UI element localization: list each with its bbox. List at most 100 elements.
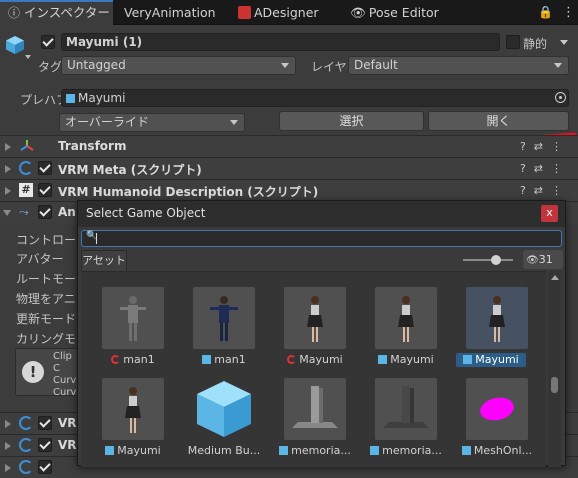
animator-enabled-checkbox[interactable] bbox=[38, 205, 52, 219]
vrm-enabled-checkbox-a[interactable] bbox=[38, 416, 52, 430]
layer-value: Default bbox=[354, 58, 398, 72]
asset-grid-scrollbar[interactable] bbox=[548, 271, 561, 467]
transform-component-header[interactable]: Transform ?⇄⋮ bbox=[0, 135, 578, 157]
asset-item-name: memoria... bbox=[271, 444, 359, 457]
tag-dropdown[interactable]: Untagged bbox=[61, 56, 296, 75]
thumbnail-size-slider[interactable] bbox=[463, 255, 513, 265]
prefab-icon bbox=[279, 446, 289, 455]
prefab-icon bbox=[66, 94, 75, 103]
more-options-icon[interactable]: ⋮ bbox=[562, 0, 575, 25]
foldout-arrow-icon[interactable] bbox=[5, 187, 11, 195]
prefab-icon bbox=[202, 355, 212, 364]
foldout-arrow-icon[interactable] bbox=[5, 442, 11, 450]
tab-inspector-label: インスペクター bbox=[24, 5, 110, 20]
component-header-icons[interactable]: ?⇄⋮ bbox=[520, 184, 570, 197]
foldout-open-arrow-icon[interactable] bbox=[3, 210, 11, 216]
visible-count: 31 bbox=[538, 253, 553, 266]
info-warning-icon: ! bbox=[22, 361, 44, 383]
monument-thumbnail bbox=[284, 378, 346, 440]
active-checkbox[interactable] bbox=[41, 35, 55, 49]
character-thumbnail bbox=[466, 287, 528, 349]
prefab-open-button[interactable]: 開く bbox=[428, 111, 569, 131]
transform-icon bbox=[20, 139, 34, 156]
window-tab-bar: ⓘ インスペクター VeryAnimation ADesigner 👁 Pose … bbox=[0, 0, 578, 25]
vrm-humanoid-enabled-checkbox[interactable] bbox=[38, 183, 52, 197]
asset-item-name: Medium Bu... bbox=[180, 444, 268, 457]
asset-item-name: man1 bbox=[89, 353, 177, 366]
prefab-icon bbox=[370, 446, 380, 455]
vrm-title-b: VR bbox=[58, 438, 77, 452]
vrm-meta-enabled-checkbox[interactable] bbox=[38, 161, 52, 175]
asset-item-name: Mayumi bbox=[362, 353, 450, 366]
component-header-icons[interactable]: ?⇄⋮ bbox=[520, 162, 570, 175]
character-thumbnail bbox=[102, 378, 164, 440]
vrm-enabled-checkbox-b[interactable] bbox=[38, 438, 52, 452]
static-dropdown-arrow[interactable] bbox=[560, 40, 568, 45]
asset-item-name: memoria... bbox=[362, 444, 450, 457]
layer-dropdown[interactable]: Default bbox=[348, 56, 569, 75]
asset-item-label: man1 bbox=[123, 353, 155, 366]
slider-handle[interactable] bbox=[491, 255, 501, 265]
static-checkbox[interactable] bbox=[506, 35, 520, 49]
asset-grid: man1 man1 Mayumi Mayumi Mayumi Mayumi Me… bbox=[81, 271, 546, 467]
prefab-icon bbox=[461, 446, 471, 455]
asset-item-label: Medium Bu... bbox=[187, 444, 261, 457]
vrm-humanoid-title: VRM Humanoid Description (スクリプト) bbox=[58, 185, 319, 199]
tab-assets[interactable]: アセット bbox=[81, 250, 127, 271]
foldout-arrow-icon[interactable] bbox=[5, 165, 11, 173]
prefab-icon bbox=[105, 446, 115, 455]
close-icon[interactable]: x bbox=[541, 205, 558, 222]
eye-icon: 👁 bbox=[350, 5, 366, 20]
asset-item-label: man1 bbox=[214, 353, 246, 366]
picker-search-input[interactable]: 🔍 bbox=[81, 230, 562, 247]
prefab-select-button[interactable]: 選択 bbox=[279, 111, 424, 131]
prefab-icon bbox=[463, 355, 473, 364]
foldout-arrow-icon[interactable] bbox=[5, 464, 11, 472]
tab-pose-editor[interactable]: 👁 Pose Editor bbox=[350, 0, 439, 25]
tab-adesigner[interactable]: ADesigner bbox=[238, 0, 319, 25]
scroll-up-arrow-icon[interactable] bbox=[551, 275, 559, 280]
character-thumbnail bbox=[284, 287, 346, 349]
select-gameobject-window: Select Game Object x 🔍 アセット 👁31 man1 man… bbox=[77, 200, 566, 467]
asset-item-name: Mayumi bbox=[89, 444, 177, 457]
prefab-icon bbox=[378, 355, 388, 364]
character-thumbnail bbox=[193, 287, 255, 349]
animator-title: An bbox=[58, 205, 76, 219]
tab-very-animation[interactable]: VeryAnimation bbox=[124, 0, 216, 25]
update-mode-label: 更新モード bbox=[16, 312, 77, 326]
asset-item-name: man1 bbox=[180, 353, 268, 366]
picker-titlebar[interactable]: Select Game Object bbox=[78, 201, 565, 227]
info-icon: ⓘ bbox=[8, 6, 21, 20]
asset-item-label: MeshOnl... bbox=[473, 444, 533, 457]
overrides-dropdown[interactable]: オーバーライド bbox=[59, 113, 245, 132]
clip-info-line3: Curv bbox=[53, 387, 77, 398]
hash-script-icon: # bbox=[19, 183, 33, 197]
asset-item-label: memoria... bbox=[291, 444, 351, 457]
model-thumbnail bbox=[102, 287, 164, 349]
script-icon bbox=[19, 438, 33, 452]
vrm-meta-component-header[interactable]: VRM Meta (スクリプト) ?⇄⋮ bbox=[0, 157, 578, 179]
vrm-humanoid-component-header[interactable]: # VRM Humanoid Description (スクリプト) ?⇄⋮ bbox=[0, 179, 578, 201]
visibility-count-toggle[interactable]: 👁31 bbox=[523, 250, 563, 269]
model-icon bbox=[111, 355, 121, 364]
foldout-arrow-icon[interactable] bbox=[5, 420, 11, 428]
component-header-icons[interactable]: ?⇄⋮ bbox=[520, 140, 570, 153]
object-picker-icon[interactable] bbox=[555, 92, 566, 103]
icon-dropdown-arrow[interactable] bbox=[25, 55, 31, 59]
tab-inspector[interactable]: ⓘ インスペクター bbox=[0, 0, 113, 25]
gameobject-name-field[interactable]: Mayumi (1) bbox=[61, 33, 500, 51]
prefab-asset-field[interactable]: Mayumi bbox=[61, 89, 569, 107]
lock-icon[interactable]: 🔒 bbox=[538, 0, 553, 25]
overrides-label: オーバーライド bbox=[65, 115, 149, 129]
gameobject-cube-icon bbox=[5, 35, 25, 55]
monument-thumbnail bbox=[375, 378, 437, 440]
tab-adesigner-label: ADesigner bbox=[254, 5, 319, 20]
script-icon bbox=[19, 416, 33, 430]
foldout-arrow-icon[interactable] bbox=[5, 143, 11, 151]
tag-label: タグ bbox=[38, 60, 63, 74]
vrm-enabled-checkbox-c[interactable] bbox=[38, 460, 52, 474]
picker-title: Select Game Object bbox=[86, 206, 206, 220]
large-cube-thumbnail bbox=[193, 378, 255, 440]
scrollbar-thumb[interactable] bbox=[551, 377, 558, 393]
asset-item-label: Mayumi bbox=[299, 353, 343, 366]
